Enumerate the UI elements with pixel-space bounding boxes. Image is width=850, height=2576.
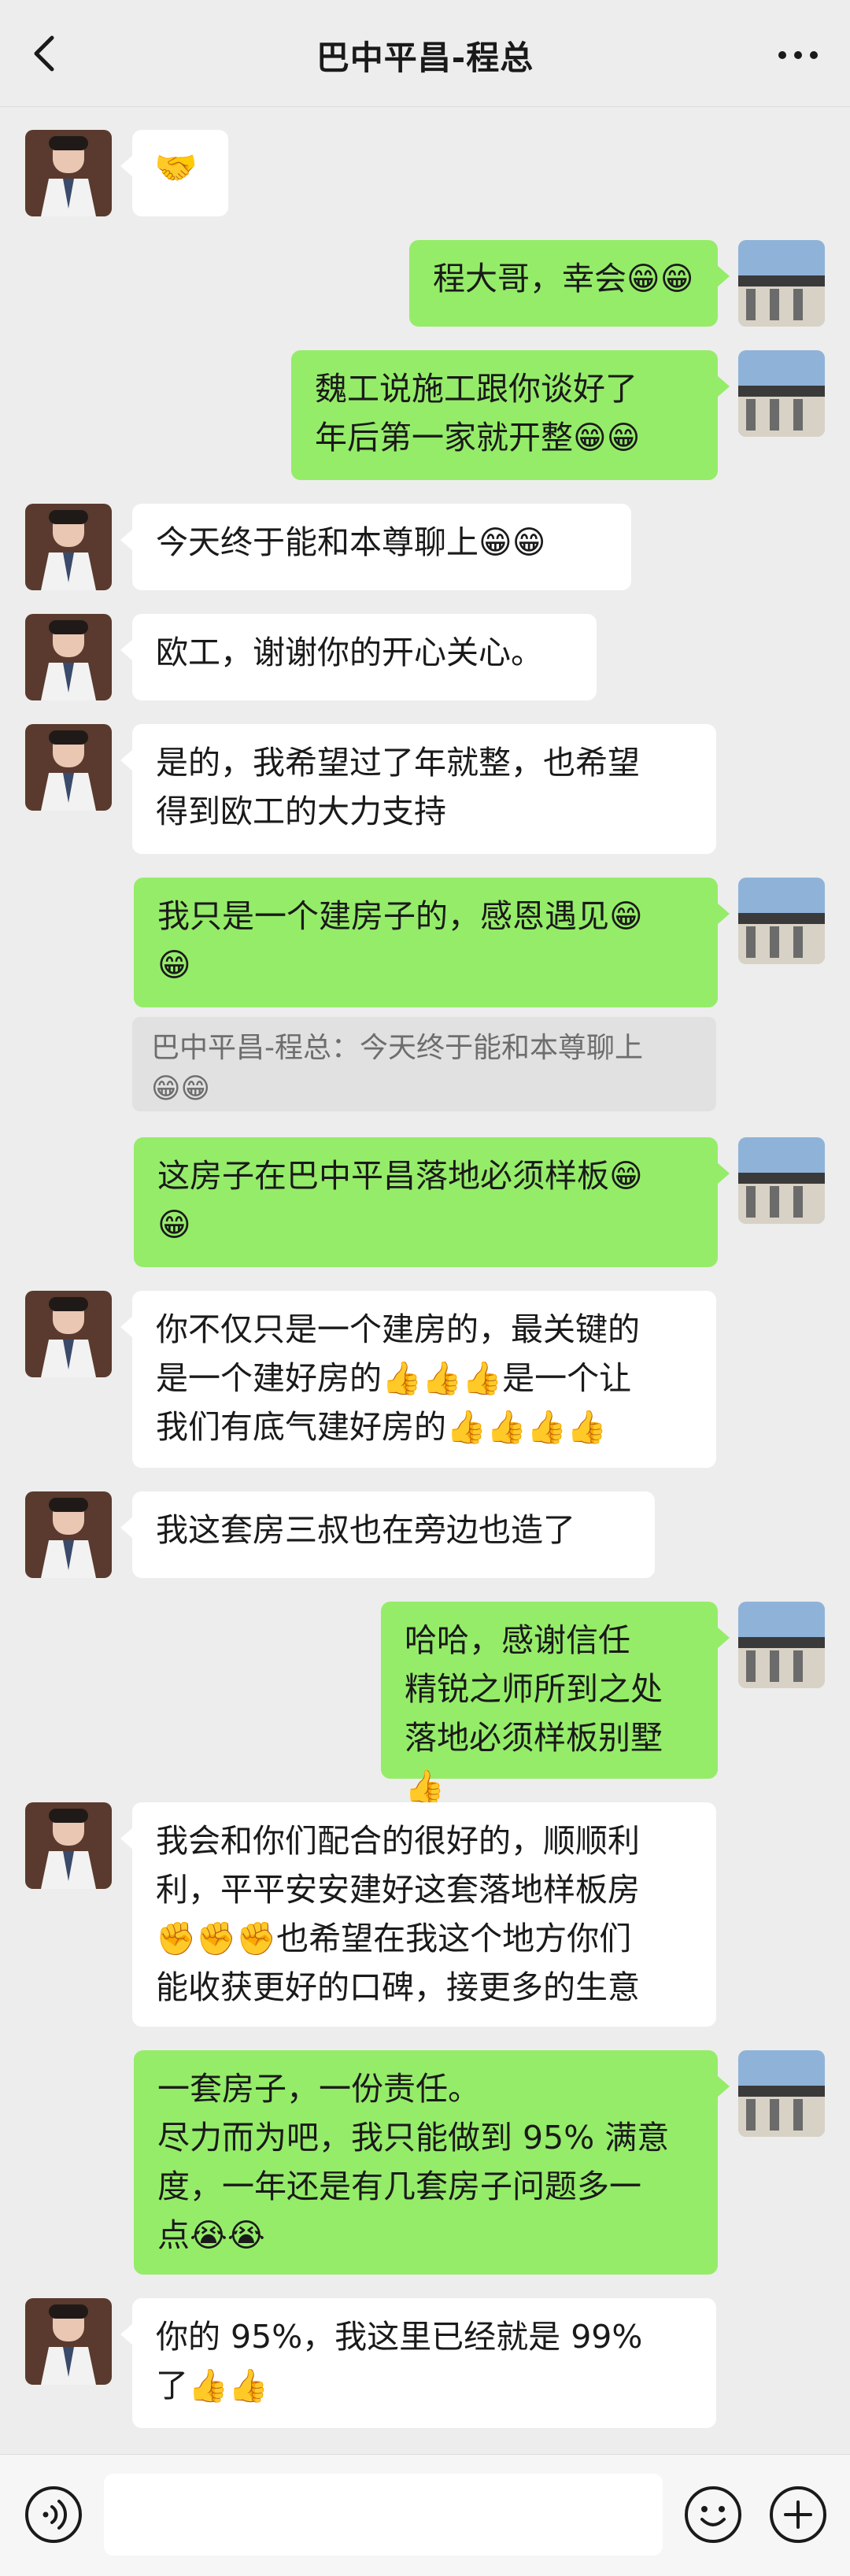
emoji-icon[interactable] — [683, 2485, 743, 2545]
message-bubble-received[interactable]: 🤝 — [120, 130, 228, 216]
more-dots-icon[interactable] — [774, 39, 822, 71]
chat-input-bar — [0, 2454, 850, 2576]
message-bubble-received[interactable]: 今天终于能和本尊聊上😁😁 — [120, 504, 631, 590]
contact-avatar[interactable] — [25, 2298, 112, 2385]
contact-avatar[interactable] — [25, 1491, 112, 1578]
plus-icon[interactable] — [768, 2485, 828, 2545]
my-avatar[interactable] — [738, 1602, 825, 1688]
my-avatar[interactable] — [738, 240, 825, 327]
contact-avatar[interactable] — [25, 130, 112, 216]
my-avatar[interactable] — [738, 350, 825, 437]
message-bubble-received[interactable]: 我这套房三叔也在旁边也造了 — [120, 1491, 655, 1578]
contact-avatar[interactable] — [25, 614, 112, 700]
chat-header: 巴中平昌-程总 — [0, 0, 850, 107]
message-bubble-received[interactable]: 我会和你们配合的很好的，顺顺利 利，平平安安建好这套落地样板房 ✊✊✊也希望在我… — [120, 1802, 716, 2027]
contact-avatar[interactable] — [25, 1291, 112, 1377]
message-bubble-sent[interactable]: 我只是一个建房子的，感恩遇见😁 😁 — [134, 878, 730, 1007]
my-avatar[interactable] — [738, 1137, 825, 1224]
message-bubble-sent[interactable]: 一套房子，一份责任。 尽力而为吧，我只能做到 95% 满意 度，一年还是有几套房… — [134, 2050, 730, 2275]
my-avatar[interactable] — [738, 2050, 825, 2137]
message-bubble-received[interactable]: 你不仅只是一个建房的，最关键的 是一个建好房的👍👍👍是一个让 我们有底气建好房的… — [120, 1291, 716, 1468]
message-bubble-sent[interactable]: 魏工说施工跟你谈好了 年后第一家就开整😁😁 — [291, 350, 730, 480]
message-bubble-sent[interactable]: 这房子在巴中平昌落地必须样板😁 😁 — [134, 1137, 730, 1267]
contact-avatar[interactable] — [25, 724, 112, 811]
voice-icon[interactable] — [24, 2485, 83, 2545]
message-bubble-received[interactable]: 欧工，谢谢你的开心关心。 — [120, 614, 597, 700]
chat-title: 巴中平昌-程总 — [316, 39, 534, 77]
contact-avatar[interactable] — [25, 504, 112, 590]
message-bubble-received[interactable]: 是的，我希望过了年就整，也希望 得到欧工的大力支持 — [120, 724, 716, 854]
quoted-message[interactable]: 巴中平昌-程总：今天终于能和本尊聊上 😁😁 — [132, 1017, 716, 1111]
my-avatar[interactable] — [738, 878, 825, 964]
message-bubble-sent[interactable]: 哈哈，感谢信任 精锐之师所到之处 落地必须样板别墅👍 — [381, 1602, 730, 1805]
message-input[interactable] — [104, 2474, 663, 2556]
message-bubble-received[interactable]: 你的 95%，我这里已经就是 99% 了👍👍 — [120, 2298, 716, 2428]
message-bubble-sent[interactable]: 程大哥，幸会😁😁 — [409, 240, 730, 327]
contact-avatar[interactable] — [25, 1802, 112, 1889]
